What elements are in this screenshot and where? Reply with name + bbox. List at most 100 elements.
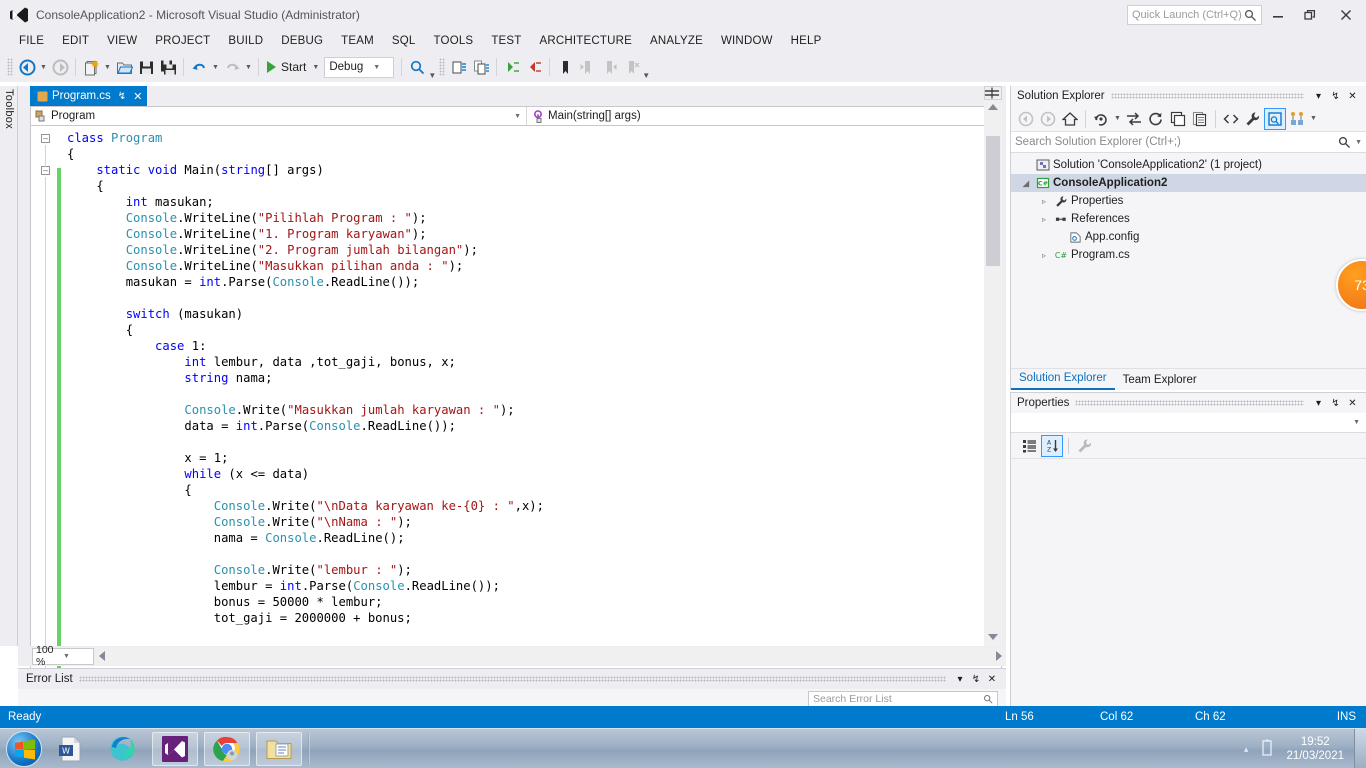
properties-object-select[interactable]: ▼ (1011, 413, 1366, 433)
pin-icon[interactable]: ↯ (118, 91, 126, 102)
increase-indent-button[interactable] (501, 56, 523, 78)
battery-icon[interactable] (1260, 739, 1274, 760)
redo-dropdown[interactable]: ▼ (243, 56, 254, 78)
save-all-button[interactable] (157, 56, 179, 78)
taskbar-item-edge[interactable] (100, 732, 146, 766)
pending-changes-dropdown[interactable]: ▼ (1112, 108, 1123, 130)
alphabetical-sort-button[interactable]: A Z (1041, 434, 1063, 457)
properties-button[interactable] (1242, 108, 1264, 130)
toolbar-overflow-button[interactable]: ▼ (428, 71, 436, 80)
error-list-close-button[interactable]: ✕ (984, 674, 1000, 685)
view-code-button[interactable] (1220, 108, 1242, 130)
tree-twisty[interactable]: ▹ (1037, 251, 1051, 260)
categorized-button[interactable] (1019, 435, 1041, 457)
scroll-right-button[interactable] (996, 651, 1002, 661)
close-icon[interactable]: ✕ (133, 90, 142, 103)
tree-item-properties[interactable]: ▹ Properties (1011, 192, 1366, 210)
toolbar-overflow-button-2[interactable]: ▼ (642, 71, 650, 80)
comment-selection-button[interactable] (448, 56, 470, 78)
code-editor[interactable]: – – class Program{ static void Main(stri… (30, 126, 1002, 731)
preview-selected-items-button[interactable] (1264, 107, 1286, 130)
zoom-level-select[interactable]: 100 % ▼ (32, 644, 94, 668)
menu-item-view[interactable]: VIEW (98, 33, 146, 49)
tree-twisty[interactable]: ▹ (1037, 215, 1051, 224)
error-list-search-input[interactable]: Search Error List (808, 691, 998, 707)
new-project-button[interactable] (80, 56, 102, 78)
panel-drag-grip[interactable] (1075, 400, 1304, 406)
show-all-files-button[interactable] (1189, 108, 1211, 130)
tree-item-program-cs[interactable]: ▹ C# Program.cs (1011, 246, 1366, 264)
properties-dropdown-button[interactable]: ▾ (1310, 398, 1327, 409)
property-pages-button[interactable] (1074, 435, 1096, 457)
menu-item-window[interactable]: WINDOW (712, 33, 782, 49)
editor-horizontal-scrollbar[interactable] (96, 647, 1006, 665)
solution-explorer-dropdown-button[interactable]: ▾ (1310, 91, 1327, 102)
outlining-margin[interactable]: – – (31, 126, 57, 731)
tree-item-project[interactable]: ◢ C# ConsoleApplication2 (1011, 174, 1366, 192)
minimize-button[interactable] (1262, 0, 1294, 30)
toolbar-grip[interactable] (7, 58, 13, 76)
back-button[interactable] (1015, 108, 1037, 130)
document-tab-program-cs[interactable]: Program.cs ↯ ✕ (30, 86, 148, 106)
solution-explorer-toolbar-overflow[interactable]: ▼ (1308, 108, 1319, 130)
undo-dropdown[interactable]: ▼ (210, 56, 221, 78)
fold-toggle-main[interactable]: – (41, 166, 50, 175)
panel-drag-grip[interactable] (78, 676, 946, 682)
error-list-pin-button[interactable]: ↯ (968, 674, 984, 685)
forward-button[interactable] (1037, 108, 1059, 130)
tree-twisty[interactable]: ▹ (1037, 197, 1051, 206)
sync-with-active-document-button[interactable] (1123, 108, 1145, 130)
fold-toggle-class[interactable]: – (41, 134, 50, 143)
navigate-backward-button[interactable] (16, 56, 38, 78)
menu-item-tools[interactable]: TOOLS (425, 33, 483, 49)
properties-close-button[interactable]: ✕ (1344, 398, 1361, 409)
solution-explorer-close-button[interactable]: ✕ (1344, 91, 1361, 102)
start-debug-button[interactable]: Start (263, 56, 310, 78)
start-orb-button[interactable] (6, 730, 42, 767)
solution-explorer-pin-button[interactable]: ↯ (1327, 91, 1344, 102)
new-project-dropdown[interactable]: ▼ (102, 56, 113, 78)
editor-vertical-scrollbar[interactable] (984, 86, 1002, 646)
tree-item-references[interactable]: ▹ References (1011, 210, 1366, 228)
menu-item-project[interactable]: PROJECT (146, 33, 219, 49)
tree-twisty[interactable]: ◢ (1019, 179, 1033, 188)
vertical-scroll-thumb[interactable] (986, 136, 1000, 266)
class-view-button[interactable] (1286, 108, 1308, 130)
properties-pin-button[interactable]: ↯ (1327, 398, 1344, 409)
uncomment-selection-button[interactable] (470, 56, 492, 78)
show-hidden-icons-button[interactable]: ▴ (1244, 744, 1249, 755)
menu-item-debug[interactable]: DEBUG (272, 33, 332, 49)
tab-team-explorer[interactable]: Team Explorer (1115, 371, 1205, 390)
undo-button[interactable] (188, 56, 210, 78)
menu-item-build[interactable]: BUILD (219, 33, 272, 49)
member-select[interactable]: Main(string[] args) ▼ (527, 109, 1001, 123)
redo-button[interactable] (221, 56, 243, 78)
next-bookmark-button[interactable] (598, 56, 620, 78)
toggle-bookmark-button[interactable] (554, 56, 576, 78)
clear-bookmarks-button[interactable] (620, 56, 642, 78)
menu-item-test[interactable]: TEST (482, 33, 530, 49)
code-content[interactable]: class Program{ static void Main(string[]… (67, 130, 544, 626)
panel-drag-grip[interactable] (1110, 93, 1304, 99)
toolbox-tab[interactable]: Toolbox (0, 86, 18, 646)
taskbar-item-file-explorer[interactable] (256, 731, 302, 766)
close-button[interactable] (1330, 0, 1362, 30)
taskbar-item-visual-studio[interactable] (152, 731, 198, 766)
scroll-up-button[interactable] (988, 104, 998, 110)
error-list-dropdown-button[interactable]: ▾ (952, 674, 968, 685)
type-select[interactable]: Program ▼ (31, 107, 527, 125)
pending-changes-button[interactable] (1090, 108, 1112, 130)
horizontal-split-handle[interactable] (984, 86, 1002, 100)
menu-item-analyze[interactable]: ANALYZE (641, 33, 712, 49)
collapse-all-button[interactable] (1167, 108, 1189, 130)
decrease-indent-button[interactable] (523, 56, 545, 78)
maximize-button[interactable] (1294, 0, 1326, 30)
menu-item-architecture[interactable]: ARCHITECTURE (531, 33, 642, 49)
show-desktop-button[interactable] (1354, 729, 1366, 768)
tree-item-solution[interactable]: Solution 'ConsoleApplication2' (1 projec… (1011, 156, 1366, 174)
menu-item-sql[interactable]: SQL (383, 33, 425, 49)
toolbar-grip[interactable] (439, 58, 446, 76)
solution-explorer-search-input[interactable]: Search Solution Explorer (Ctrl+;) ▼ (1011, 132, 1366, 153)
tab-solution-explorer[interactable]: Solution Explorer (1011, 369, 1115, 390)
navigate-forward-button[interactable] (49, 56, 71, 78)
